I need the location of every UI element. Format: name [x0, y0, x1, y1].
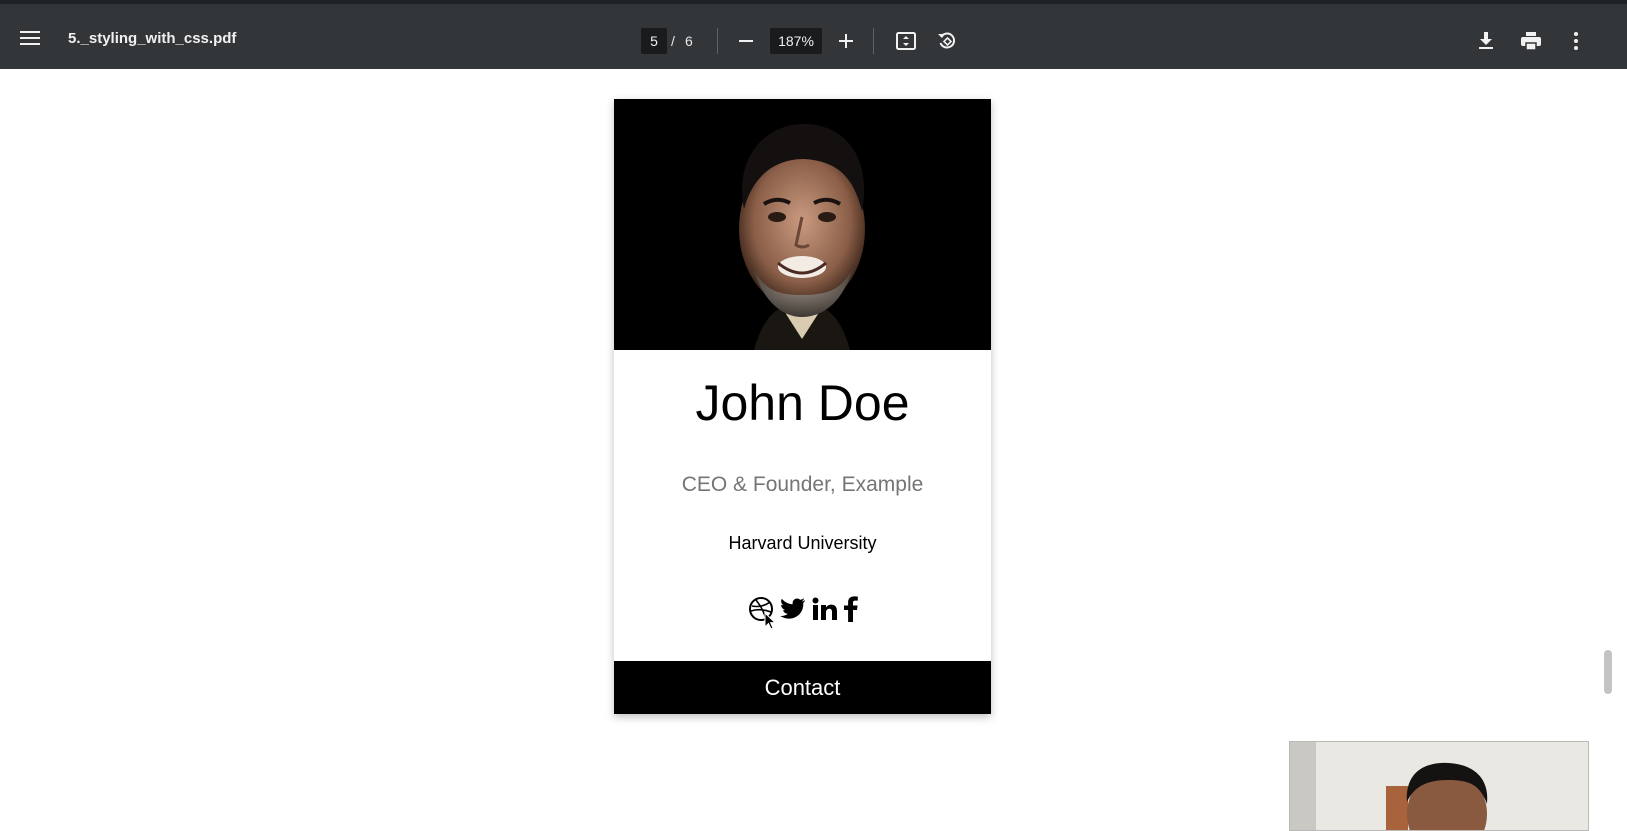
profile-photo	[614, 99, 991, 350]
webcam-overlay	[1289, 741, 1589, 831]
twitter-icon[interactable]	[779, 597, 806, 621]
download-icon[interactable]	[1473, 27, 1499, 55]
contact-button[interactable]: Contact	[614, 661, 991, 714]
vertical-scrollbar-thumb[interactable]	[1604, 650, 1612, 694]
facebook-icon[interactable]	[843, 596, 858, 622]
social-links	[614, 593, 991, 625]
toolbar-divider	[873, 28, 874, 54]
zoom-level-input[interactable]: 187%	[770, 28, 822, 54]
page-total: 6	[685, 33, 693, 49]
file-name: 5._styling_with_css.pdf	[68, 30, 237, 47]
more-vert-icon[interactable]	[1564, 27, 1588, 55]
linkedin-icon[interactable]	[812, 597, 838, 621]
rotate-icon[interactable]	[934, 27, 960, 55]
zoom-out-icon[interactable]	[733, 27, 759, 55]
page-number-input[interactable]: 5	[641, 28, 667, 54]
profile-name: John Doe	[695, 375, 910, 431]
zoom-in-icon[interactable]	[833, 27, 859, 55]
pdf-toolbar: 5._styling_with_css.pdf 5 / 6 187%	[0, 0, 1627, 69]
page-separator: /	[671, 33, 675, 49]
fit-to-page-icon[interactable]	[893, 27, 919, 55]
menu-icon[interactable]	[16, 24, 44, 52]
profile-school: Harvard University	[728, 533, 877, 553]
print-icon[interactable]	[1518, 27, 1544, 55]
mouse-cursor-icon	[764, 611, 777, 635]
profile-title: CEO & Founder, Example	[681, 473, 924, 496]
toolbar-divider	[717, 28, 718, 54]
profile-card: John Doe CEO & Founder, Example Harvard …	[614, 99, 991, 714]
